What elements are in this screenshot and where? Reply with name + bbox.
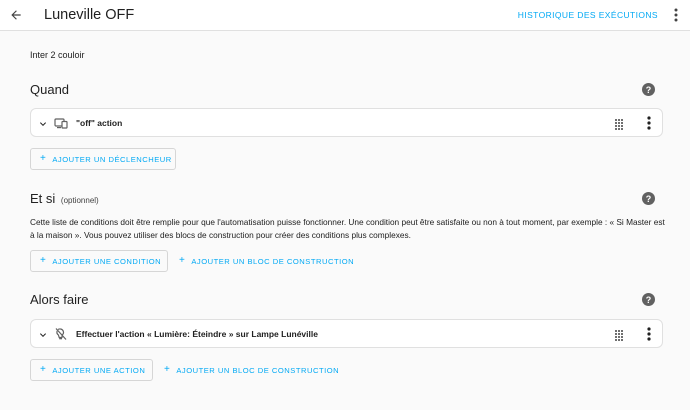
add-action-label: AJOUTER UNE ACTION [52, 365, 146, 375]
chevron-down-icon[interactable] [37, 117, 49, 129]
add-trigger-label: AJOUTER UN DÉCLENCHEUR [52, 154, 172, 164]
chevron-down-icon[interactable] [37, 328, 49, 340]
overflow-menu-icon[interactable] [643, 327, 655, 341]
automation-description: Inter 2 couloir [30, 50, 85, 60]
actions-title: Alors faire [30, 292, 89, 307]
conditions-title: Et si (optionnel) [30, 191, 99, 206]
conditions-help-text: Cette liste de conditions doit être remp… [30, 217, 665, 240]
triggers-help-icon[interactable]: ? [642, 83, 655, 96]
plus-icon: + [40, 364, 47, 375]
plus-icon: + [40, 255, 47, 266]
overflow-menu-icon[interactable] [668, 7, 684, 23]
remote-device-icon [54, 116, 68, 130]
plus-icon: + [40, 153, 47, 164]
conditions-optional-label: (optionnel) [60, 196, 99, 205]
plus-icon: + [179, 255, 186, 266]
history-button[interactable]: HISTORIQUE DES EXÉCUTIONS [518, 10, 658, 20]
overflow-menu-icon[interactable] [643, 116, 655, 130]
action-label: Effectuer l'action « Lumière: Éteindre »… [76, 329, 318, 339]
plus-icon: + [164, 364, 171, 375]
drag-handle-icon[interactable] [614, 117, 624, 130]
conditions-title-text: Et si [30, 191, 56, 206]
add-condition-block-label: AJOUTER UN BLOC DE CONSTRUCTION [191, 256, 355, 266]
triggers-title: Quand [30, 82, 70, 97]
back-arrow-icon[interactable] [7, 6, 25, 24]
action-card[interactable]: Effectuer l'action « Lumière: Éteindre »… [30, 319, 663, 348]
drag-handle-icon[interactable] [614, 328, 624, 341]
add-action-block-button[interactable]: + AJOUTER UN BLOC DE CONSTRUCTION [155, 359, 345, 381]
add-action-block-label: AJOUTER UN BLOC DE CONSTRUCTION [176, 365, 340, 375]
trigger-card[interactable]: "off" action [30, 108, 663, 137]
app-toolbar: Luneville OFF HISTORIQUE DES EXÉCUTIONS [0, 0, 690, 31]
conditions-help-icon[interactable]: ? [642, 192, 655, 205]
page-title: Luneville OFF [44, 7, 135, 23]
add-action-button[interactable]: + AJOUTER UNE ACTION [30, 359, 153, 381]
service-icon [54, 327, 68, 341]
add-condition-block-button[interactable]: + AJOUTER UN BLOC DE CONSTRUCTION [170, 250, 360, 272]
actions-help-icon[interactable]: ? [642, 293, 655, 306]
add-trigger-button[interactable]: + AJOUTER UN DÉCLENCHEUR [30, 148, 176, 170]
add-condition-button[interactable]: + AJOUTER UNE CONDITION [30, 250, 168, 272]
trigger-label: "off" action [76, 118, 123, 128]
add-condition-label: AJOUTER UNE CONDITION [52, 256, 162, 266]
